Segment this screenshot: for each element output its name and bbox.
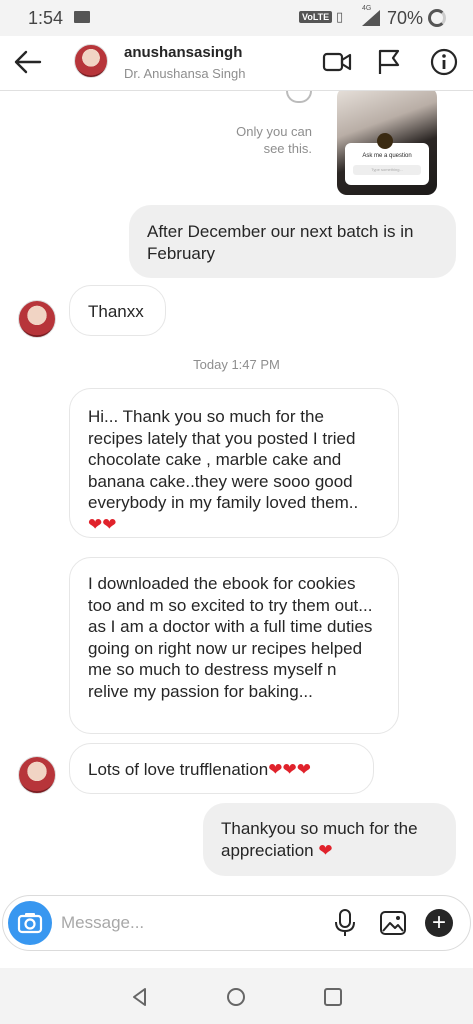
visibility-note: Only you can see this. bbox=[236, 124, 312, 156]
message-text: Thanxx bbox=[88, 302, 144, 321]
gmail-notification-icon bbox=[74, 11, 90, 23]
signal-icon bbox=[362, 10, 380, 26]
message-bubble[interactable]: Thanxx bbox=[69, 285, 166, 336]
camera-icon bbox=[17, 913, 43, 934]
video-call-icon[interactable] bbox=[322, 50, 352, 74]
heart-emoji: ❤❤❤ bbox=[268, 760, 311, 779]
nav-home-icon[interactable] bbox=[225, 986, 247, 1008]
message-text: After December our next batch is in Febr… bbox=[147, 222, 414, 263]
message-timestamp: Today 1:47 PM bbox=[193, 357, 280, 372]
message-text: Hi... Thank you so much for the recipes … bbox=[88, 407, 359, 512]
heart-emoji: ❤❤ bbox=[88, 514, 117, 534]
back-arrow-icon[interactable] bbox=[12, 48, 44, 76]
message-composer[interactable]: Message... + bbox=[2, 895, 471, 951]
chat-username[interactable]: anushansasingh bbox=[124, 44, 242, 61]
profile-avatar[interactable] bbox=[74, 44, 108, 78]
battery-icon bbox=[428, 9, 446, 27]
camera-button[interactable] bbox=[8, 901, 52, 945]
message-bubble[interactable]: Hi... Thank you so much for the recipes … bbox=[69, 388, 399, 538]
battery-percent: 70% bbox=[387, 8, 424, 28]
story-logo bbox=[377, 133, 393, 149]
volte-badge: VoLTE bbox=[299, 11, 333, 23]
status-bar: 1:54 VoLTE ▯ 4G 70% bbox=[0, 0, 473, 36]
system-navigation-bar bbox=[0, 968, 473, 1024]
message-text: I downloaded the ebook for cookies too a… bbox=[88, 574, 373, 701]
message-input[interactable]: Message... bbox=[61, 913, 144, 933]
nav-recents-icon[interactable] bbox=[322, 986, 344, 1008]
info-icon[interactable] bbox=[430, 48, 458, 76]
microphone-icon[interactable] bbox=[333, 908, 357, 938]
sender-avatar[interactable] bbox=[18, 756, 56, 794]
message-text: Lots of love trufflenation bbox=[88, 760, 269, 779]
message-bubble[interactable]: Lots of love trufflenation❤❤❤ bbox=[69, 743, 374, 794]
question-sticker-title: Ask me a question bbox=[362, 153, 412, 159]
nav-back-icon[interactable] bbox=[129, 986, 151, 1008]
reply-arrow-icon bbox=[286, 91, 312, 103]
message-bubble[interactable]: Thankyou so much for the appreciation ❤ bbox=[203, 803, 456, 876]
message-thread[interactable]: Only you can see this. Ask me a question… bbox=[0, 91, 473, 893]
question-sticker: Ask me a question Type something... bbox=[345, 143, 429, 185]
vibrate-icon: ▯ bbox=[336, 9, 344, 24]
flag-icon[interactable] bbox=[376, 48, 402, 76]
heart-emoji: ❤ bbox=[318, 840, 333, 860]
status-time: 1:54 bbox=[28, 8, 64, 28]
gallery-icon[interactable] bbox=[379, 910, 407, 936]
chat-header: anushansasingh Dr. Anushansa Singh bbox=[0, 36, 473, 91]
message-bubble[interactable]: After December our next batch is in Febr… bbox=[129, 205, 456, 278]
message-bubble[interactable]: I downloaded the ebook for cookies too a… bbox=[69, 557, 399, 734]
chat-full-name[interactable]: Dr. Anushansa Singh bbox=[124, 66, 245, 81]
sender-avatar[interactable] bbox=[18, 300, 56, 338]
plus-icon[interactable]: + bbox=[425, 909, 453, 937]
story-reply-thumbnail[interactable]: Ask me a question Type something... bbox=[337, 91, 437, 195]
question-sticker-field: Type something... bbox=[353, 165, 421, 175]
